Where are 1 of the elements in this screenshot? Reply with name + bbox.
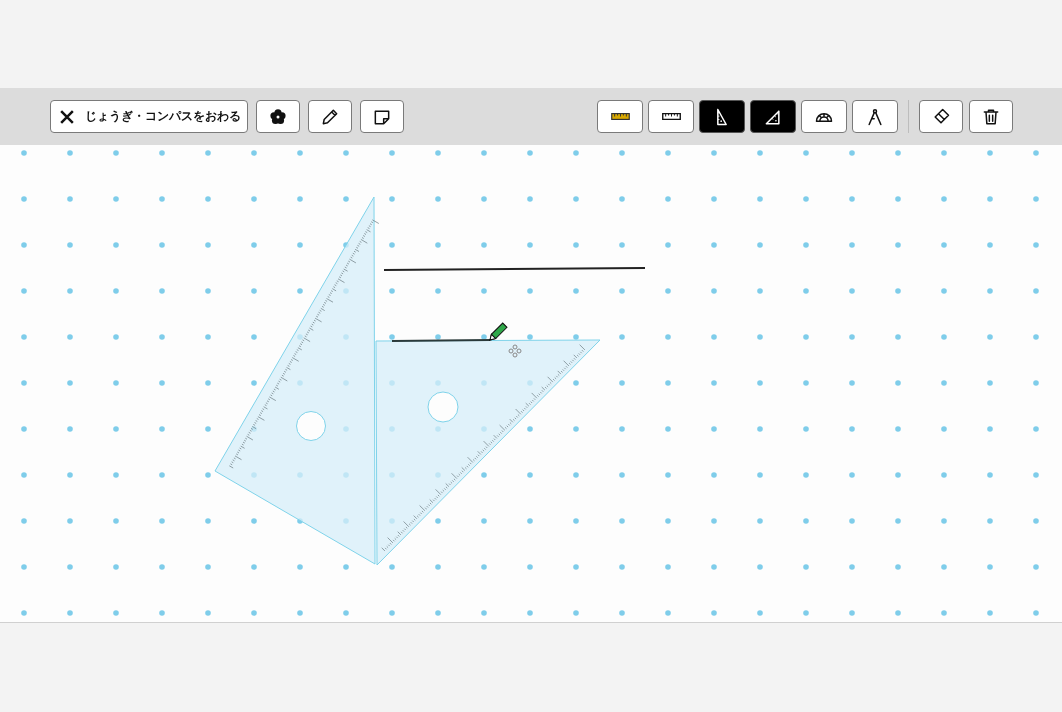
close-button[interactable]: じょうぎ・コンパスをおわる (50, 100, 248, 133)
